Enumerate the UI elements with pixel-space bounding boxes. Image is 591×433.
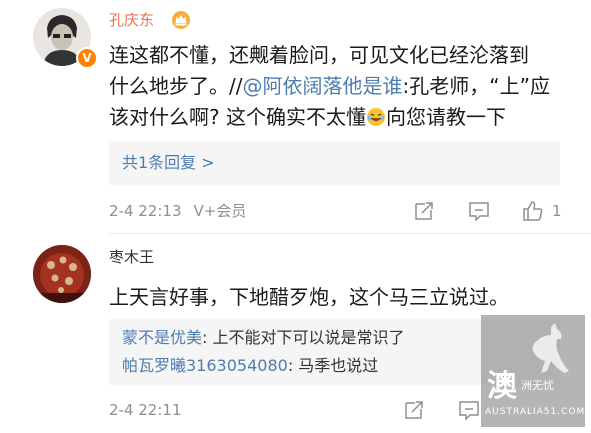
verified-badge-icon: V bbox=[76, 47, 98, 69]
vip-member-tag[interactable]: V+会员 bbox=[194, 202, 247, 220]
comment-text: 上天言好事，下地醋歹炮，这个马三立说过。 bbox=[109, 285, 509, 309]
watermark-logo: 澳 洲无忧 AUSTRALIA51.COM bbox=[481, 315, 585, 427]
comment-actions: 1 bbox=[412, 199, 572, 223]
comment-author[interactable]: 孔庆东 bbox=[109, 10, 154, 30]
reply-text: : 马季也说过 bbox=[287, 356, 379, 375]
mention-link[interactable]: @阿依阔落他是谁 bbox=[242, 74, 402, 98]
crown-badge-icon bbox=[172, 11, 190, 29]
comment-meta: 2-4 22:13 V+会员 bbox=[109, 201, 246, 221]
kangaroo-logo-icon bbox=[532, 323, 569, 373]
comment-text-line: 连这都不懂，还觍着脸问，可见文化已经沦落到 bbox=[109, 43, 529, 67]
share-icon[interactable] bbox=[412, 199, 436, 223]
like-icon[interactable] bbox=[521, 199, 545, 223]
comment-author[interactable]: 枣木王 bbox=[109, 247, 154, 267]
comment-icon[interactable] bbox=[467, 199, 491, 223]
reply-text: : 上不能对下可以说是常识了 bbox=[202, 328, 405, 347]
view-replies-link[interactable]: 共1条回复 > bbox=[122, 152, 215, 174]
comment-icon[interactable] bbox=[457, 398, 481, 422]
reply-item: 蒙不是优美: 上不能对下可以说是常识了 bbox=[122, 327, 405, 349]
like-count: 1 bbox=[552, 202, 562, 220]
watermark-text: 澳 bbox=[487, 369, 517, 404]
reply-author[interactable]: 帕瓦罗曦3163054080 bbox=[122, 356, 288, 375]
reply-summary-box[interactable]: 共1条回复 > bbox=[109, 141, 560, 185]
comment-text: 连这都不懂，还觍着脸问，可见文化已经沦落到 什么地步了。//@阿依阔落他是谁:孔… bbox=[109, 40, 550, 133]
laugh-cry-emoji-icon bbox=[366, 108, 385, 126]
reply-author[interactable]: 蒙不是优美 bbox=[122, 328, 202, 347]
comment-timestamp: 2-4 22:13 bbox=[109, 202, 182, 220]
share-icon[interactable] bbox=[402, 398, 426, 422]
comment-meta: 2-4 22:11 bbox=[109, 400, 182, 420]
comment-text-line: 该对什么啊? 这个确实不太懂 向您请教一下 bbox=[109, 105, 506, 129]
avatar-image-icon bbox=[33, 245, 91, 303]
comment-timestamp: 2-4 22:11 bbox=[109, 401, 182, 419]
comment-divider bbox=[109, 233, 591, 234]
watermark-url: AUSTRALIA51.COM bbox=[485, 407, 586, 417]
avatar[interactable] bbox=[33, 245, 91, 303]
comment-text-line: 什么地步了。//@阿依阔落他是谁:孔老师，“上”应 bbox=[109, 74, 550, 98]
reply-item: 帕瓦罗曦3163054080: 马季也说过 bbox=[122, 355, 378, 377]
watermark-text: 洲无忧 bbox=[521, 379, 554, 392]
